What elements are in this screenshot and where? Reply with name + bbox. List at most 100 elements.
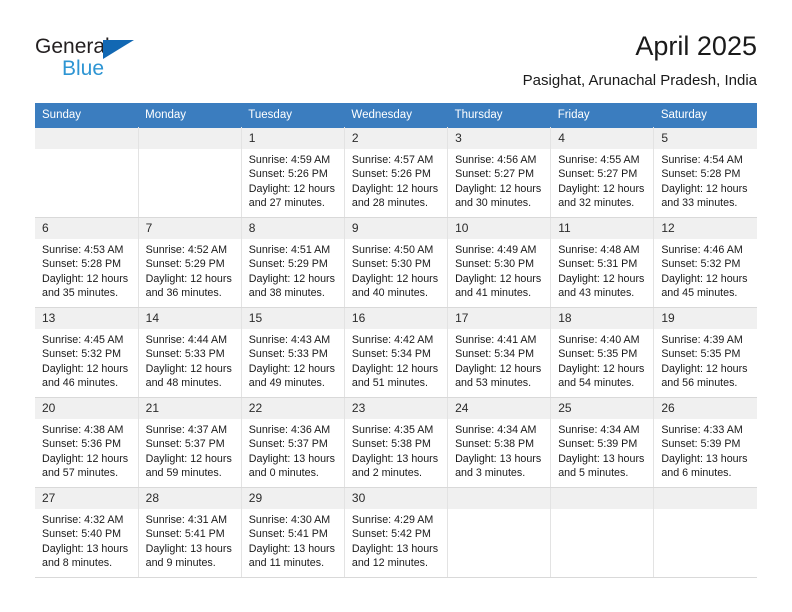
day-number: 10 <box>448 218 551 239</box>
calendar-day-cell[interactable]: 29 Sunrise: 4:30 AM Sunset: 5:41 PM Dayligh… <box>240 487 345 578</box>
day-number: 15 <box>241 308 344 329</box>
sunset-time: Sunset: 5:41 PM <box>248 528 328 541</box>
sunrise-time: Sunrise: 4:31 AM <box>145 514 228 526</box>
day-details: Sunrise: 4:39 AM Sunset: 5:35 PM Daylight:… <box>654 329 757 391</box>
calendar-day-cell[interactable]: 1 Sunrise: 4:59 AM Sunset: 5:26 PM Daylight… <box>240 127 345 218</box>
sunrise-time: Sunrise: 4:34 AM <box>558 424 640 436</box>
day-number: 22 <box>241 398 344 419</box>
daylight-duration-line2: and 51 minutes. <box>351 377 428 390</box>
calendar-day-cell[interactable]: 28 Sunrise: 4:31 AM Sunset: 5:41 PM Dayligh… <box>137 487 242 578</box>
calendar-day-cell[interactable]: 25 Sunrise: 4:34 AM Sunset: 5:39 PM Dayligh… <box>550 397 655 488</box>
calendar-day-cell[interactable]: 5 Sunrise: 4:54 AM Sunset: 5:28 PM Daylight… <box>653 127 757 218</box>
calendar-day-cell[interactable]: 18 Sunrise: 4:40 AM Sunset: 5:35 PM Dayligh… <box>550 307 655 398</box>
calendar-day-cell[interactable]: 17 Sunrise: 4:41 AM Sunset: 5:34 PM Dayligh… <box>447 307 552 398</box>
calendar-day-cell[interactable]: 10 Sunrise: 4:49 AM Sunset: 5:30 PM Dayligh… <box>447 217 552 308</box>
daylight-duration-line2: and 0 minutes. <box>248 467 319 480</box>
sunset-time: Sunset: 5:40 PM <box>42 528 122 541</box>
weekday-header-monday: Monday <box>138 103 242 128</box>
calendar-day-cell[interactable]: 11 Sunrise: 4:48 AM Sunset: 5:31 PM Dayligh… <box>550 217 655 308</box>
daylight-duration-line2: and 57 minutes. <box>42 467 119 480</box>
calendar-day-cell[interactable]: 7 Sunrise: 4:52 AM Sunset: 5:29 PM Daylight… <box>137 217 242 308</box>
day-number: 4 <box>551 128 654 149</box>
daylight-duration-line1: Daylight: 13 hours <box>145 542 232 555</box>
calendar-day-cell[interactable]: 27 Sunrise: 4:32 AM Sunset: 5:40 PM Dayligh… <box>35 487 139 578</box>
daylight-duration-line2: and 49 minutes. <box>248 377 325 390</box>
calendar-day-cell[interactable]: 8 Sunrise: 4:51 AM Sunset: 5:29 PM Daylight… <box>240 217 345 308</box>
sunset-time: Sunset: 5:30 PM <box>455 258 535 271</box>
day-number: 30 <box>344 488 448 509</box>
general-blue-logo[interactable]: General Blue <box>35 36 165 86</box>
calendar-day-cell[interactable]: 19 Sunrise: 4:39 AM Sunset: 5:35 PM Dayligh… <box>653 307 757 398</box>
day-details: Sunrise: 4:29 AM Sunset: 5:42 PM Daylight:… <box>345 509 447 571</box>
sunset-time: Sunset: 5:37 PM <box>145 438 225 451</box>
daylight-duration-line2: and 35 minutes. <box>42 287 119 300</box>
calendar-day-cell[interactable]: 22 Sunrise: 4:36 AM Sunset: 5:37 PM Dayligh… <box>240 397 345 488</box>
daylight-duration-line1: Daylight: 13 hours <box>248 452 335 465</box>
sunset-time: Sunset: 5:28 PM <box>42 258 122 271</box>
sunrise-time: Sunrise: 4:56 AM <box>455 154 537 166</box>
daylight-duration-line2: and 41 minutes. <box>455 287 532 300</box>
weekday-header-sunday: Sunday <box>35 103 139 128</box>
sunset-time: Sunset: 5:36 PM <box>42 438 122 451</box>
day-details: Sunrise: 4:30 AM Sunset: 5:41 PM Daylight:… <box>242 509 344 571</box>
day-number <box>448 488 551 509</box>
day-details: Sunrise: 4:44 AM Sunset: 5:33 PM Daylight:… <box>139 329 241 391</box>
calendar-day-cell[interactable]: 3 Sunrise: 4:56 AM Sunset: 5:27 PM Daylight… <box>447 127 552 218</box>
sunset-time: Sunset: 5:42 PM <box>351 528 431 541</box>
daylight-duration-line1: Daylight: 13 hours <box>661 452 748 465</box>
calendar-day-cell[interactable]: 14 Sunrise: 4:44 AM Sunset: 5:33 PM Dayligh… <box>137 307 242 398</box>
daylight-duration-line2: and 5 minutes. <box>558 467 629 480</box>
day-number: 5 <box>654 128 757 149</box>
daylight-duration-line2: and 11 minutes. <box>248 557 325 570</box>
calendar-empty-cell <box>550 487 655 578</box>
day-details: Sunrise: 4:43 AM Sunset: 5:33 PM Daylight:… <box>242 329 344 391</box>
calendar-day-cell[interactable]: 15 Sunrise: 4:43 AM Sunset: 5:33 PM Dayligh… <box>240 307 345 398</box>
calendar-day-cell[interactable]: 13 Sunrise: 4:45 AM Sunset: 5:32 PM Dayligh… <box>35 307 139 398</box>
logo-text-blue: Blue <box>62 57 105 80</box>
day-number: 18 <box>551 308 654 329</box>
calendar-day-cell[interactable]: 4 Sunrise: 4:55 AM Sunset: 5:27 PM Daylight… <box>550 127 655 218</box>
day-details: Sunrise: 4:52 AM Sunset: 5:29 PM Daylight:… <box>139 239 241 301</box>
calendar-day-cell[interactable]: 23 Sunrise: 4:35 AM Sunset: 5:38 PM Dayligh… <box>343 397 449 488</box>
day-details: Sunrise: 4:55 AM Sunset: 5:27 PM Daylight:… <box>551 149 653 211</box>
day-details: Sunrise: 4:35 AM Sunset: 5:38 PM Daylight:… <box>345 419 447 481</box>
sunset-time: Sunset: 5:32 PM <box>42 348 122 361</box>
sunset-time: Sunset: 5:41 PM <box>145 528 225 541</box>
sunset-time: Sunset: 5:38 PM <box>351 438 431 451</box>
logo-text-general: General <box>35 35 110 58</box>
sunrise-time: Sunrise: 4:45 AM <box>42 334 124 346</box>
day-details: Sunrise: 4:53 AM Sunset: 5:28 PM Daylight:… <box>35 239 138 301</box>
sunset-time: Sunset: 5:34 PM <box>455 348 535 361</box>
day-details: Sunrise: 4:38 AM Sunset: 5:36 PM Daylight:… <box>35 419 138 481</box>
calendar-day-cell[interactable]: 2 Sunrise: 4:57 AM Sunset: 5:26 PM Daylight… <box>343 127 449 218</box>
sunrise-time: Sunrise: 4:41 AM <box>455 334 537 346</box>
calendar-day-cell[interactable]: 26 Sunrise: 4:33 AM Sunset: 5:39 PM Dayligh… <box>653 397 757 488</box>
calendar-day-cell[interactable]: 12 Sunrise: 4:46 AM Sunset: 5:32 PM Dayligh… <box>653 217 757 308</box>
calendar-day-cell[interactable]: 20 Sunrise: 4:38 AM Sunset: 5:36 PM Dayligh… <box>35 397 139 488</box>
sunrise-time: Sunrise: 4:43 AM <box>248 334 331 346</box>
daylight-duration-line1: Daylight: 12 hours <box>42 272 129 285</box>
day-details: Sunrise: 4:40 AM Sunset: 5:35 PM Daylight:… <box>551 329 653 391</box>
calendar-day-cell[interactable]: 6 Sunrise: 4:53 AM Sunset: 5:28 PM Daylight… <box>35 217 139 308</box>
day-details: Sunrise: 4:32 AM Sunset: 5:40 PM Daylight:… <box>35 509 138 571</box>
sunset-time: Sunset: 5:38 PM <box>455 438 535 451</box>
day-number: 14 <box>138 308 241 329</box>
sunset-time: Sunset: 5:26 PM <box>248 168 328 181</box>
weekday-header-row: Sunday Monday Tuesday Wednesday Thursday… <box>35 103 757 128</box>
sunset-time: Sunset: 5:27 PM <box>558 168 638 181</box>
calendar-week-row: 13 Sunrise: 4:45 AM Sunset: 5:32 PM Dayligh… <box>35 307 757 398</box>
calendar-day-cell[interactable]: 30 Sunrise: 4:29 AM Sunset: 5:42 PM Dayligh… <box>343 487 449 578</box>
day-details: Sunrise: 4:36 AM Sunset: 5:37 PM Daylight:… <box>242 419 344 481</box>
sunset-time: Sunset: 5:30 PM <box>351 258 431 271</box>
calendar-day-cell[interactable]: 9 Sunrise: 4:50 AM Sunset: 5:30 PM Daylight… <box>343 217 449 308</box>
calendar-day-cell[interactable]: 24 Sunrise: 4:34 AM Sunset: 5:38 PM Dayligh… <box>447 397 552 488</box>
day-number: 7 <box>138 218 241 239</box>
calendar-day-cell[interactable]: 16 Sunrise: 4:42 AM Sunset: 5:34 PM Dayligh… <box>343 307 449 398</box>
calendar-day-cell[interactable]: 21 Sunrise: 4:37 AM Sunset: 5:37 PM Dayligh… <box>137 397 242 488</box>
sunset-time: Sunset: 5:26 PM <box>351 168 431 181</box>
page-header: General Blue April 2025 Pasighat, Arunac… <box>0 0 792 100</box>
daylight-duration-line1: Daylight: 12 hours <box>42 452 129 465</box>
sunset-time: Sunset: 5:32 PM <box>661 258 741 271</box>
daylight-duration-line1: Daylight: 12 hours <box>455 272 542 285</box>
day-details: Sunrise: 4:56 AM Sunset: 5:27 PM Daylight:… <box>448 149 550 211</box>
